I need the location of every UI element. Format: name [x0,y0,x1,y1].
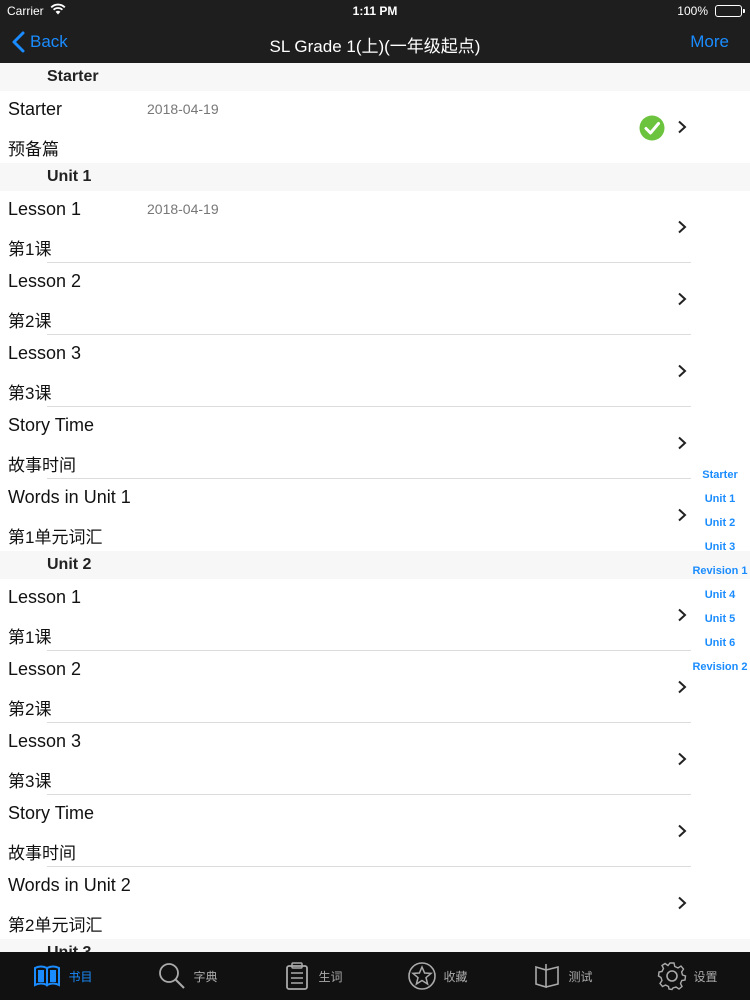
list-item[interactable]: Lesson 3 第3课 [0,723,750,795]
list-item[interactable]: Lesson 2 第2课 [0,263,750,335]
battery-icon [715,5,745,17]
star-icon [408,962,437,990]
tab-label: 字典 [193,969,218,984]
chevron-right-icon [678,824,687,838]
section-header-unit-2: Unit 2 [0,551,750,579]
lesson-list[interactable]: Starter Starter 2018-04-19 预备篇 Unit 1 Le… [0,63,750,952]
item-subtitle: 第1课 [8,628,52,647]
list-item[interactable]: Words in Unit 1 第1单元词汇 [0,479,750,551]
chevron-right-icon [678,120,687,134]
item-title: Lesson 2 [8,271,82,291]
list-item[interactable]: Story Time 故事时间 [0,795,750,867]
list-item[interactable]: Starter 2018-04-19 预备篇 [0,91,750,163]
tab-books[interactable]: 书目 [0,952,125,1000]
index-item[interactable]: Unit 2 [690,511,750,535]
tab-label: 测试 [568,969,593,984]
index-item[interactable]: Unit 5 [690,607,750,631]
index-item[interactable]: Revision 2 [690,655,750,679]
battery-percent: 100% [677,4,708,18]
tab-label: 生词 [318,969,343,984]
tab-vocabulary[interactable]: 生词 [250,952,375,1000]
item-title: Story Time [8,803,95,823]
chevron-right-icon [678,752,687,766]
chevron-right-icon [678,680,687,694]
section-header-unit-3: Unit 3 [0,939,750,952]
chevron-right-icon [678,292,687,306]
item-subtitle: 故事时间 [8,456,76,475]
navigation-bar: Carrier 1:11 PM 100% Back SL Grade 1(上)(… [0,0,750,63]
item-title: Lesson 3 [8,343,82,363]
item-subtitle: 第3课 [8,384,52,403]
item-title: Lesson 1 [8,199,82,219]
tab-dictionary[interactable]: 字典 [125,952,250,1000]
status-time: 1:11 PM [352,4,398,18]
status-bar: Carrier 1:11 PM 100% [0,0,750,22]
item-title: Words in Unit 2 [8,875,131,895]
index-item[interactable]: Unit 3 [690,535,750,559]
list-item[interactable]: Story Time 故事时间 [0,407,750,479]
page-title: SL Grade 1(上)(一年级起点) [269,37,481,56]
tab-settings[interactable]: 设置 [625,952,750,1000]
index-item[interactable]: Revision 1 [690,559,750,583]
tab-bar: 书目 字典 生词 收藏 测试 设置 [0,952,750,1000]
item-title: Starter [8,99,63,119]
item-subtitle: 预备篇 [8,140,59,159]
chevron-right-icon [678,608,687,622]
more-button[interactable]: More [690,32,729,52]
item-subtitle: 第3课 [8,772,52,791]
tab-label: 收藏 [443,969,468,984]
item-title: Lesson 2 [8,659,82,679]
list-item[interactable]: Lesson 1 第1课 [0,579,750,651]
search-icon [159,963,186,989]
book-icon [34,965,61,987]
tab-favorites[interactable]: 收藏 [375,952,500,1000]
section-index[interactable]: Starter Unit 1 Unit 2 Unit 3 Revision 1 … [690,463,750,679]
item-subtitle: 故事时间 [8,844,76,863]
test-book-icon [535,964,560,989]
item-subtitle: 第2课 [8,700,52,719]
chevron-right-icon [678,896,687,910]
index-item[interactable]: Unit 6 [690,631,750,655]
gear-icon [658,962,687,991]
item-title: Lesson 1 [8,587,82,607]
index-item[interactable]: Starter [690,463,750,487]
chevron-right-icon [678,220,687,234]
tab-label: 设置 [693,969,718,984]
item-subtitle: 第2单元词汇 [8,916,103,935]
chevron-right-icon [678,364,687,378]
item-title: Words in Unit 1 [8,487,131,507]
item-subtitle: 第1单元词汇 [8,528,103,547]
checkmark-icon [639,115,665,141]
index-item[interactable]: Unit 4 [690,583,750,607]
item-date: 2018-04-19 [147,101,219,117]
tab-label: 书目 [68,969,93,984]
item-title: Story Time [8,415,95,435]
clipboard-icon [286,962,309,990]
chevron-right-icon [678,508,687,522]
chevron-right-icon [678,436,687,450]
index-item[interactable]: Unit 1 [690,487,750,511]
list-item[interactable]: Lesson 3 第3课 [0,335,750,407]
list-item[interactable]: Words in Unit 2 第2单元词汇 [0,867,750,939]
item-subtitle: 第2课 [8,312,52,331]
item-date: 2018-04-19 [147,201,219,217]
item-title: Lesson 3 [8,731,82,751]
section-header-unit-1: Unit 1 [0,163,750,191]
tab-test[interactable]: 测试 [500,952,625,1000]
list-item[interactable]: Lesson 1 2018-04-19 第1课 [0,191,750,263]
list-item[interactable]: Lesson 2 第2课 [0,651,750,723]
item-subtitle: 第1课 [8,240,52,259]
section-header-starter: Starter [0,63,750,91]
